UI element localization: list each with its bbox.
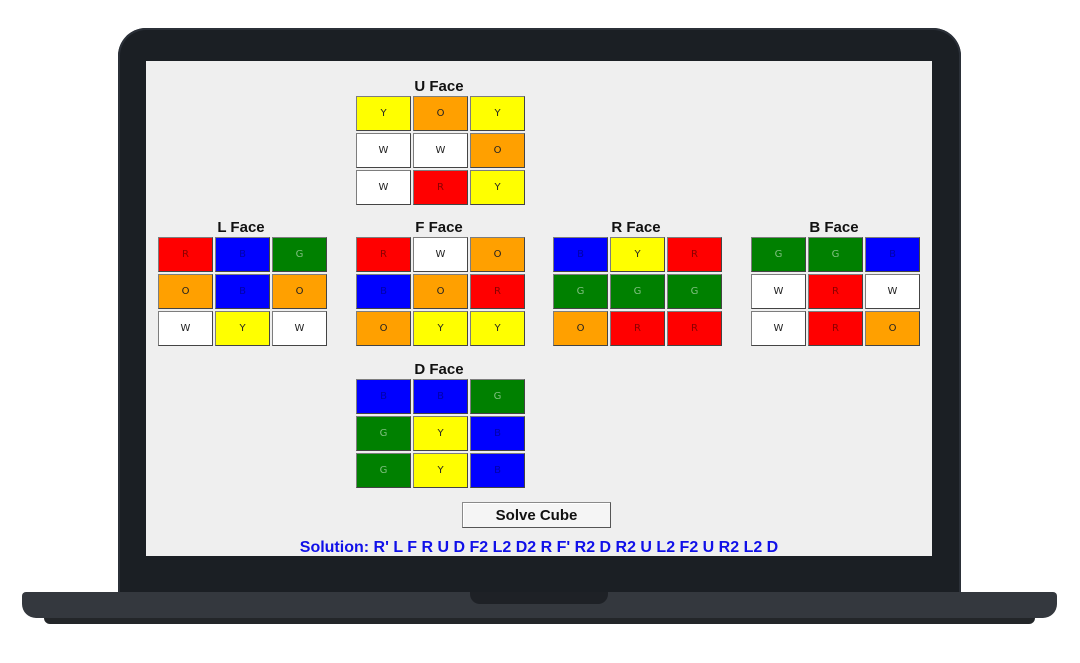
sticker: B — [865, 237, 920, 272]
face-u-grid: YOYWWOWRY — [356, 96, 525, 205]
sticker: B — [215, 274, 270, 309]
face-r-grid: BYRGGGORR — [553, 237, 722, 346]
sticker: W — [272, 311, 327, 346]
sticker: Y — [413, 416, 468, 451]
sticker: R — [667, 311, 722, 346]
sticker: O — [158, 274, 213, 309]
sticker: W — [356, 133, 411, 168]
sticker: Y — [470, 170, 525, 205]
sticker: G — [751, 237, 806, 272]
sticker: W — [356, 170, 411, 205]
sticker: R — [808, 274, 863, 309]
laptop-notch — [470, 592, 608, 604]
face-d-label: D Face — [414, 361, 464, 378]
face-l-label: L Face — [217, 219, 265, 236]
sticker: Y — [215, 311, 270, 346]
sticker: O — [413, 96, 468, 131]
solution-text: Solution: R' L F R U D F2 L2 D2 R F' R2 … — [299, 539, 779, 556]
sticker: B — [356, 379, 411, 414]
sticker: G — [272, 237, 327, 272]
sticker: Y — [610, 237, 665, 272]
laptop-base-shadow — [44, 618, 1035, 624]
sticker: Y — [470, 96, 525, 131]
sticker: Y — [470, 311, 525, 346]
sticker: W — [158, 311, 213, 346]
sticker: R — [610, 311, 665, 346]
face-b-label: B Face — [809, 219, 859, 236]
sticker: R — [808, 311, 863, 346]
sticker: O — [413, 274, 468, 309]
sticker: W — [751, 274, 806, 309]
sticker: G — [356, 416, 411, 451]
sticker: G — [553, 274, 608, 309]
face-r-label: R Face — [611, 219, 661, 236]
sticker: R — [413, 170, 468, 205]
sticker: Y — [413, 311, 468, 346]
face-l: L Face RBGOBOWYW — [158, 218, 327, 346]
face-f-label: F Face — [415, 219, 463, 236]
sticker: B — [356, 274, 411, 309]
face-r: R Face BYRGGGORR — [553, 218, 722, 346]
sticker: O — [272, 274, 327, 309]
sticker: R — [667, 237, 722, 272]
sticker: O — [865, 311, 920, 346]
sticker: O — [553, 311, 608, 346]
sticker: B — [470, 453, 525, 488]
sticker: B — [215, 237, 270, 272]
sticker: B — [470, 416, 525, 451]
sticker: W — [413, 133, 468, 168]
sticker: G — [470, 379, 525, 414]
face-l-grid: RBGOBOWYW — [158, 237, 327, 346]
face-u-label: U Face — [414, 78, 464, 95]
sticker: R — [356, 237, 411, 272]
face-b: B Face GGBWRWWRO — [751, 218, 920, 346]
sticker: R — [470, 274, 525, 309]
sticker: O — [470, 237, 525, 272]
sticker: Y — [413, 453, 468, 488]
sticker: B — [553, 237, 608, 272]
app-window: U Face YOYWWOWRY L Face RBGOBOWYW F Face… — [146, 61, 932, 556]
face-f: F Face RWOBOROYY — [356, 218, 525, 346]
sticker: G — [808, 237, 863, 272]
sticker: O — [470, 133, 525, 168]
sticker: G — [667, 274, 722, 309]
face-d: D Face BBGGYBGYB — [356, 360, 525, 488]
face-d-grid: BBGGYBGYB — [356, 379, 525, 488]
sticker: R — [158, 237, 213, 272]
face-u: U Face YOYWWOWRY — [356, 77, 525, 205]
face-b-grid: GGBWRWWRO — [751, 237, 920, 346]
sticker: B — [413, 379, 468, 414]
sticker: G — [610, 274, 665, 309]
sticker: G — [356, 453, 411, 488]
sticker: W — [751, 311, 806, 346]
sticker: Y — [356, 96, 411, 131]
solve-cube-button[interactable]: Solve Cube — [462, 502, 611, 528]
face-f-grid: RWOBOROYY — [356, 237, 525, 346]
sticker: O — [356, 311, 411, 346]
sticker: W — [413, 237, 468, 272]
sticker: W — [865, 274, 920, 309]
